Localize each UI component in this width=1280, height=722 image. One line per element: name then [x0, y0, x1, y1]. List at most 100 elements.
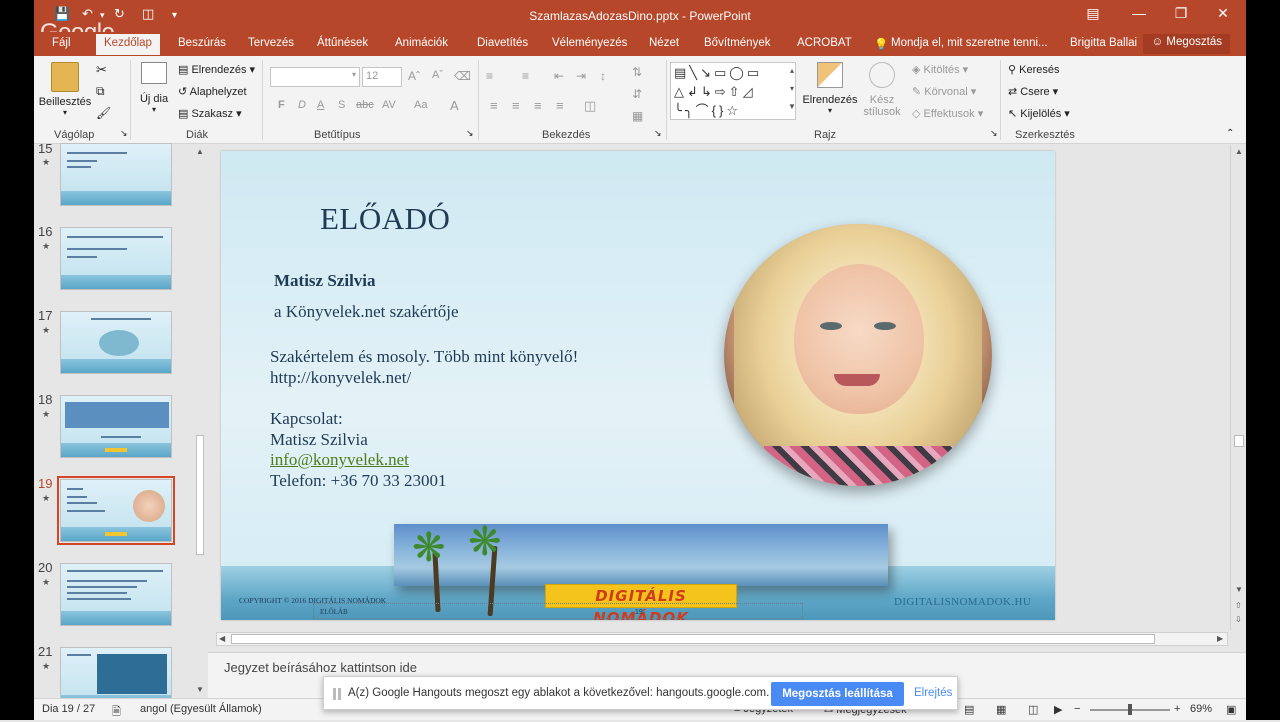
- fit-to-window-icon[interactable]: ▣: [1226, 703, 1236, 716]
- slide-canvas[interactable]: ELŐADÓ Matisz Szilvia a Könyvelek.net sz…: [221, 151, 1055, 620]
- copyright-text[interactable]: COPYRIGHT © 2016 DIGITÁLIS NOMÁDOK: [239, 596, 386, 605]
- scroll-up-icon[interactable]: ▲: [196, 147, 204, 156]
- align-center-icon[interactable]: ≡: [512, 98, 520, 113]
- character-spacing-button[interactable]: AV: [382, 99, 396, 111]
- grow-font-icon[interactable]: Aˆ: [408, 69, 420, 83]
- shadow-button[interactable]: S: [338, 99, 345, 111]
- presenter-role[interactable]: a Könyvelek.net szakértője: [274, 302, 459, 322]
- site-footer-text[interactable]: DIGITALISNOMADOK.HU: [894, 596, 1031, 608]
- shape-outline-button[interactable]: ✎ Körvonal ▾: [912, 85, 976, 98]
- thumbnail-scrollbar[interactable]: ▲ ▼: [194, 145, 206, 698]
- tagline-text[interactable]: Szakértelem és mosoly. Több mint könyvel…: [270, 347, 578, 367]
- zoom-in-icon[interactable]: +: [1174, 703, 1180, 715]
- line-spacing-icon[interactable]: ↕: [600, 69, 606, 83]
- zoom-slider-handle[interactable]: [1128, 704, 1132, 715]
- scrollbar-thumb[interactable]: [231, 634, 1155, 644]
- scroll-down-icon[interactable]: ▼: [1235, 585, 1243, 594]
- scroll-up-icon[interactable]: ▲: [1235, 147, 1243, 156]
- scroll-down-icon[interactable]: ▼: [196, 685, 204, 694]
- section-button[interactable]: ▤ Szakasz ▾: [178, 107, 242, 120]
- underline-button[interactable]: A: [317, 99, 324, 111]
- tab-view[interactable]: Nézet: [649, 37, 679, 49]
- slide-title[interactable]: ELŐADÓ: [320, 201, 450, 237]
- language-indicator[interactable]: angol (Egyesült Államok): [140, 703, 262, 715]
- tab-slideshow[interactable]: Diavetítés: [477, 37, 528, 49]
- smartart-icon[interactable]: ▦: [632, 109, 643, 123]
- tab-design[interactable]: Tervezés: [248, 37, 294, 49]
- restore-button[interactable]: ❐: [1166, 5, 1196, 22]
- cut-icon[interactable]: ✂: [96, 62, 107, 78]
- clear-formatting-icon[interactable]: ⌫: [454, 69, 471, 83]
- strikethrough-button[interactable]: abc: [356, 99, 374, 111]
- presenter-photo[interactable]: [724, 224, 992, 486]
- justify-icon[interactable]: ≡: [556, 98, 564, 113]
- tab-transitions[interactable]: Áttűnések: [317, 37, 368, 49]
- tab-insert[interactable]: Beszúrás: [178, 37, 226, 49]
- phone-text[interactable]: Telefon: +36 70 33 23001: [270, 471, 446, 491]
- tell-me-search[interactable]: Mondja el, mit szeretne tenni...: [891, 37, 1048, 49]
- shape-effects-button[interactable]: ◇ Effektusok ▾: [912, 107, 983, 120]
- reading-view-icon[interactable]: ◫: [1028, 703, 1038, 716]
- scrollbar-thumb[interactable]: [196, 435, 204, 555]
- website-text[interactable]: http://konyvelek.net/: [270, 368, 411, 388]
- slide-thumbnail[interactable]: [60, 563, 172, 626]
- copy-icon[interactable]: ⧉: [96, 84, 105, 99]
- slide-thumbnail[interactable]: [60, 143, 172, 206]
- drawing-launcher-icon[interactable]: ↘: [990, 128, 998, 139]
- select-button[interactable]: ↖ Kijelölés ▾: [1008, 107, 1070, 120]
- shapes-gallery-scroll[interactable]: ▴ ▾ ▼: [786, 62, 798, 120]
- change-case-button[interactable]: Aa: [414, 99, 427, 111]
- editor-horizontal-scrollbar[interactable]: ◀ ▶: [216, 632, 1228, 646]
- replace-button[interactable]: ⇄ Csere ▾: [1008, 85, 1058, 98]
- increase-indent-icon[interactable]: ⇥: [576, 69, 586, 83]
- chevron-down-icon[interactable]: ▾: [352, 70, 356, 79]
- text-direction-icon[interactable]: ⇅: [632, 65, 642, 79]
- share-button[interactable]: ☺ Megosztás: [1143, 34, 1230, 54]
- font-color-icon[interactable]: A: [450, 98, 459, 113]
- tab-file[interactable]: Fájl: [52, 37, 71, 49]
- tab-addins[interactable]: Bővítmények: [704, 37, 770, 49]
- minimize-button[interactable]: —: [1124, 5, 1154, 21]
- footer-placeholder[interactable]: [313, 603, 803, 619]
- shape-fill-button[interactable]: ◈ Kitöltés ▾: [912, 63, 968, 76]
- find-button[interactable]: ⚲ Keresés: [1008, 63, 1059, 76]
- decrease-indent-icon[interactable]: ⇤: [554, 69, 564, 83]
- columns-icon[interactable]: ◫: [584, 98, 596, 114]
- format-painter-icon[interactable]: 🖌: [96, 106, 111, 120]
- slideshow-icon[interactable]: ▶: [1054, 703, 1062, 716]
- scrollbar-thumb[interactable]: [1234, 435, 1244, 447]
- font-size-field[interactable]: 12: [362, 67, 402, 87]
- new-slide-button[interactable]: Új dia ▾: [134, 62, 174, 114]
- shapes-gallery[interactable]: ▤╲↘▭◯▭ △↲↳⇨⇧◿ ╰╮⌒{}☆: [670, 62, 796, 120]
- italic-button[interactable]: D: [298, 99, 306, 111]
- palm-beach-banner[interactable]: ❋ ❋: [394, 522, 888, 617]
- bold-button[interactable]: F: [278, 99, 285, 111]
- numbering-icon[interactable]: ≡: [522, 69, 529, 83]
- hide-button[interactable]: Elrejtés: [914, 687, 952, 699]
- scroll-right-icon[interactable]: ▶: [1217, 634, 1223, 643]
- presenter-name[interactable]: Matisz Szilvia: [274, 271, 376, 291]
- email-link[interactable]: info@konyvelek.net: [270, 450, 409, 469]
- clipboard-launcher-icon[interactable]: ↘: [120, 128, 128, 139]
- tab-acrobat[interactable]: ACROBAT: [797, 37, 852, 49]
- editor-vertical-scrollbar[interactable]: ▲ ▼ ⇧ ⇩: [1230, 145, 1246, 630]
- quick-styles-button[interactable]: Kész stílusok: [858, 62, 906, 118]
- zoom-level[interactable]: 69%: [1190, 703, 1212, 715]
- paragraph-launcher-icon[interactable]: ↘: [654, 128, 662, 139]
- align-right-icon[interactable]: ≡: [534, 98, 542, 113]
- scroll-left-icon[interactable]: ◀: [219, 634, 225, 643]
- spell-check-icon[interactable]: 🗎: [112, 703, 121, 722]
- collapse-ribbon-icon[interactable]: ⌃: [1226, 128, 1234, 139]
- tab-animations[interactable]: Animációk: [395, 37, 448, 49]
- shrink-font-icon[interactable]: Aˇ: [432, 69, 443, 81]
- ribbon-display-options-icon[interactable]: ▤: [1078, 5, 1108, 22]
- previous-slide-icon[interactable]: ⇧: [1235, 601, 1242, 610]
- zoom-out-icon[interactable]: −: [1074, 703, 1080, 715]
- slide-thumbnail-active[interactable]: [60, 479, 172, 542]
- arrange-button[interactable]: Elrendezés ▾: [802, 62, 858, 115]
- stop-sharing-button[interactable]: Megosztás leállítása: [771, 682, 904, 706]
- next-slide-icon[interactable]: ⇩: [1235, 615, 1242, 624]
- bullets-icon[interactable]: ≡: [486, 69, 493, 83]
- tab-home[interactable]: Kezdőlap: [96, 34, 160, 55]
- font-name-field[interactable]: [270, 67, 360, 87]
